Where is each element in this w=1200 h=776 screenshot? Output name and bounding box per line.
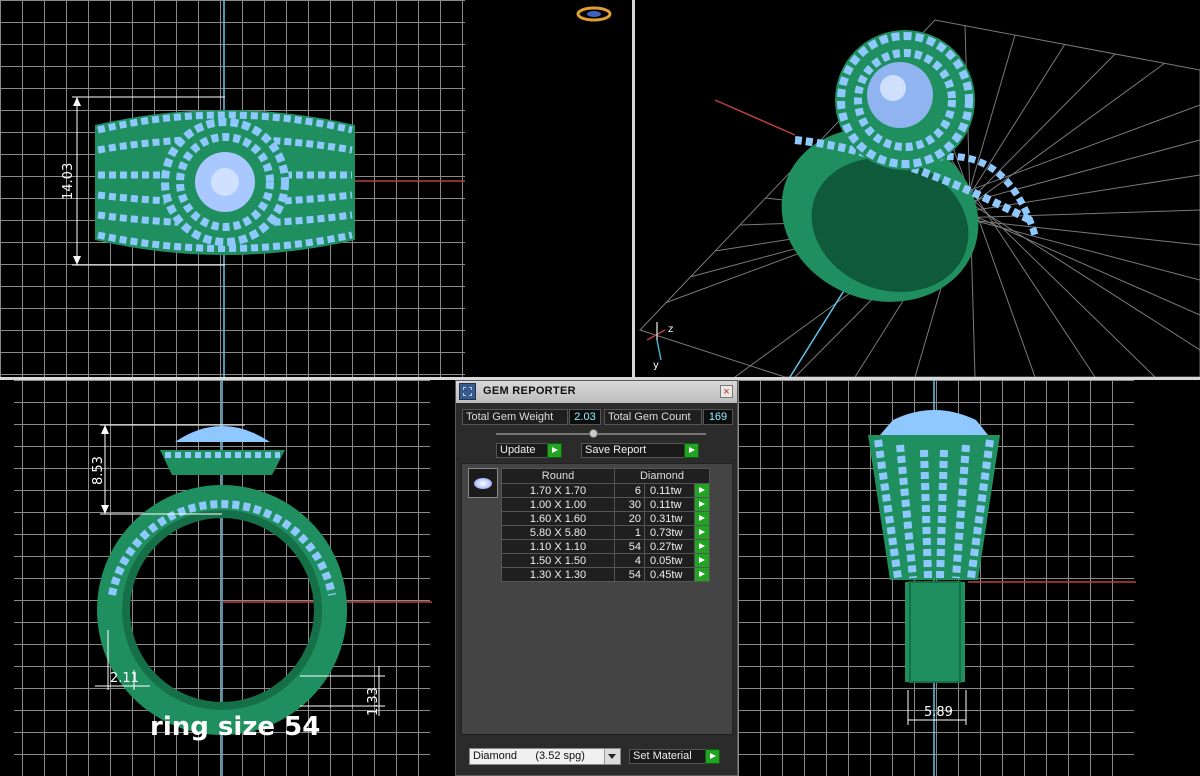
gem-weight: 0.73tw [644,525,695,540]
col-header-diamond: Diamond [614,468,710,484]
axis-label-y: y [653,360,659,371]
table-row: 1.10 X 1.10 54 0.27tw [501,539,710,554]
gem-reporter-logo-icon [459,383,476,400]
close-icon[interactable]: × [720,385,733,398]
total-gem-weight-label: Total Gem Weight [462,409,568,425]
set-material-label: Set Material [633,750,692,762]
ring-side-view: 5.89 [868,380,1136,776]
gem-count: 30 [614,497,645,512]
dim-head-height: 8.53 [91,456,106,485]
play-icon[interactable] [547,443,562,458]
total-gem-weight-value: 2.03 [569,409,601,425]
play-icon[interactable] [694,511,710,526]
gem-size: 1.70 X 1.70 [501,483,615,498]
gem-count: 54 [614,567,645,582]
ring-thumbnail [576,6,612,22]
chevron-down-icon[interactable] [604,749,620,764]
dim-shank-width: 2.11 [110,671,139,686]
slider-knob[interactable] [589,429,598,438]
dim-top-height: 14.03 [61,163,76,200]
play-icon[interactable] [694,483,710,498]
gem-weight: 0.31tw [644,511,695,526]
gem-count: 6 [614,483,645,498]
play-icon[interactable] [684,443,699,458]
table-row: 1.30 X 1.30 54 0.45tw [501,567,710,582]
gem-weight: 0.45tw [644,567,695,582]
total-gem-count-value: 169 [703,409,733,425]
gem-count: 20 [614,511,645,526]
gem-reporter-title: GEM REPORTER [483,385,576,397]
round-gem-icon[interactable] [468,468,498,498]
dim-shank-thickness: 1.33 [366,687,381,716]
gem-size: 1.10 X 1.10 [501,539,615,554]
play-icon[interactable] [694,525,710,540]
ring-size-caption: ring size 54 [150,712,321,742]
viewport-top[interactable]: 14.03 [0,0,465,377]
viewport-side[interactable]: 5.89 [738,380,1200,776]
ring-perspective-view: z y [639,19,1200,377]
material-select[interactable]: Diamond (3.52 spg) [469,748,621,765]
gem-weight: 0.27tw [644,539,695,554]
play-icon[interactable] [694,567,710,582]
play-icon[interactable] [694,497,710,512]
viewport-gap [465,0,632,377]
gem-table-area: Round Diamond 1.70 X 1.70 6 0.11tw 1.00 X 1… [461,463,733,735]
table-row: 5.80 X 5.80 1 0.73tw [501,525,710,540]
gem-table: Round Diamond 1.70 X 1.70 6 0.11tw 1.00 X 1… [501,468,710,582]
material-select-value: Diamond (3.52 spg) [473,750,585,762]
save-report-label: Save Report [585,444,647,456]
gem-weight: 0.11tw [644,483,695,498]
gem-size: 1.00 X 1.00 [501,497,615,512]
gem-size: 1.60 X 1.60 [501,511,615,526]
axis-label-z: z [668,324,673,335]
material-row: Diamond (3.52 spg) Set Material [469,748,731,766]
play-icon[interactable] [705,749,720,764]
dim-side-width: 5.89 [924,705,953,720]
update-button[interactable]: Update [496,443,562,458]
gem-totals-row: Total Gem Weight 2.03 Total Gem Count 16… [462,409,733,425]
gem-count: 4 [614,553,645,568]
table-row: 1.00 X 1.00 30 0.11tw [501,497,710,512]
play-icon[interactable] [694,539,710,554]
ring-top-view: 14.03 [61,0,465,377]
save-report-button[interactable]: Save Report [581,443,699,458]
gem-count: 1 [614,525,645,540]
gem-reporter-titlebar[interactable]: GEM REPORTER × [456,381,737,403]
table-row: 1.70 X 1.70 6 0.11tw [501,483,710,498]
gem-weight: 0.05tw [644,553,695,568]
col-header-round: Round [501,468,615,484]
play-icon[interactable] [694,553,710,568]
gem-size: 1.50 X 1.50 [501,553,615,568]
gem-reporter-panel[interactable]: GEM REPORTER × Total Gem Weight 2.03 Tot… [455,380,738,776]
gem-weight: 0.11tw [644,497,695,512]
viewport-perspective[interactable]: z y [635,0,1200,377]
table-row: 1.60 X 1.60 20 0.31tw [501,511,710,526]
gem-slider[interactable] [496,429,706,438]
gem-size: 5.80 X 5.80 [501,525,615,540]
total-gem-count-label: Total Gem Count [604,409,702,425]
gem-size: 1.30 X 1.30 [501,567,615,582]
set-material-button[interactable]: Set Material [629,749,720,764]
table-row: 1.50 X 1.50 4 0.05tw [501,553,710,568]
gem-count: 54 [614,539,645,554]
update-label: Update [500,444,536,456]
